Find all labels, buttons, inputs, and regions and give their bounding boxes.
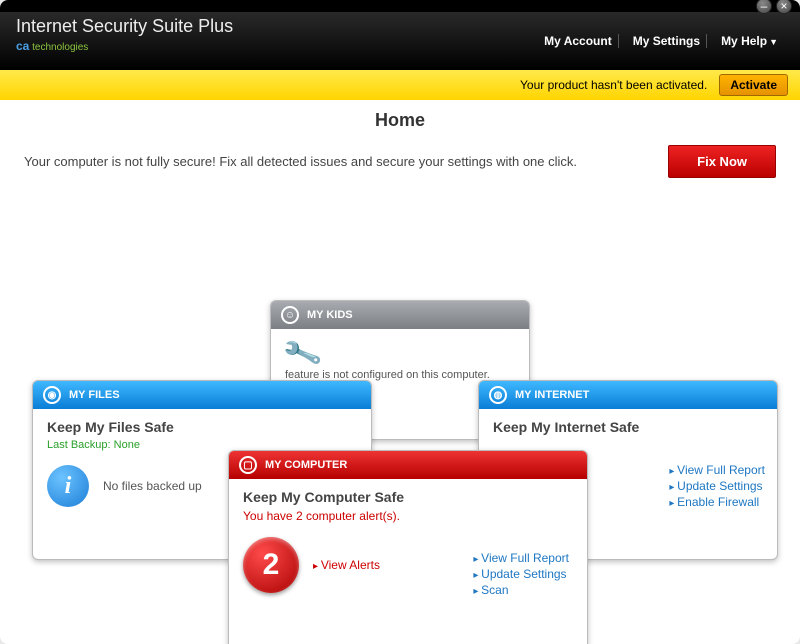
activation-bar: Your product hasn't been activated. Acti… — [0, 70, 800, 100]
card-header-computer: ▢ MY COMPUTER — [229, 451, 587, 479]
brand-logo-text: ca — [16, 39, 29, 53]
alert-count-badge: 2 — [243, 537, 299, 593]
top-nav: My Account My Settings My Help▼ — [538, 34, 784, 48]
link-update-settings[interactable]: Update Settings — [669, 479, 765, 493]
monitor-icon: ▢ — [239, 456, 257, 474]
link-view-alerts[interactable]: View Alerts — [313, 558, 380, 572]
files-icon: ◉ — [43, 386, 61, 404]
status-row: Your computer is not fully secure! Fix a… — [24, 145, 776, 178]
link-comp-view-full-report[interactable]: View Full Report — [473, 551, 569, 565]
product-name: Internet Security Suite Plus — [16, 16, 233, 37]
link-comp-scan[interactable]: Scan — [473, 583, 569, 597]
computer-title: Keep My Computer Safe — [243, 489, 573, 505]
activate-button[interactable]: Activate — [719, 74, 788, 96]
card-my-computer[interactable]: ▢ MY COMPUTER Keep My Computer Safe You … — [228, 450, 588, 644]
page-title: Home — [24, 110, 776, 131]
link-view-full-report[interactable]: View Full Report — [669, 463, 765, 477]
brand-subline: ca technologies — [16, 39, 233, 53]
chevron-down-icon: ▼ — [769, 37, 778, 47]
nav-my-settings[interactable]: My Settings — [627, 34, 707, 48]
security-status-text: Your computer is not fully secure! Fix a… — [24, 154, 577, 169]
titlebar: – × — [0, 0, 800, 12]
files-status: No files backed up — [103, 479, 202, 493]
nav-my-account[interactable]: My Account — [538, 34, 619, 48]
content-area: Home Your computer is not fully secure! … — [0, 100, 800, 644]
internet-title: Keep My Internet Safe — [493, 419, 763, 435]
link-comp-update-settings[interactable]: Update Settings — [473, 567, 569, 581]
app-header: Internet Security Suite Plus ca technolo… — [0, 12, 800, 70]
computer-links: View Full Report Update Settings Scan — [473, 549, 569, 599]
minimize-button[interactable]: – — [756, 0, 772, 14]
computer-body: Keep My Computer Safe You have 2 compute… — [229, 479, 587, 605]
computer-alert-text: You have 2 computer alert(s). — [243, 509, 573, 523]
globe-icon: ◍ — [489, 386, 507, 404]
activation-message: Your product hasn't been activated. — [520, 78, 707, 92]
card-header-internet: ◍ MY INTERNET — [479, 381, 777, 409]
fix-now-button[interactable]: Fix Now — [668, 145, 776, 178]
kids-icon: ☺ — [281, 306, 299, 324]
close-button[interactable]: × — [776, 0, 792, 14]
card-header-kids: ☺ MY KIDS — [271, 301, 529, 329]
info-icon: i — [47, 465, 89, 507]
app-window: – × Internet Security Suite Plus ca tech… — [0, 0, 800, 644]
internet-links: View Full Report Update Settings Enable … — [669, 461, 765, 511]
brand-block: Internet Security Suite Plus ca technolo… — [16, 16, 233, 53]
window-controls: – × — [756, 0, 792, 14]
card-header-files: ◉ MY FILES — [33, 381, 371, 409]
link-enable-firewall[interactable]: Enable Firewall — [669, 495, 765, 509]
files-title: Keep My Files Safe — [47, 419, 357, 435]
nav-my-help[interactable]: My Help▼ — [715, 34, 784, 48]
